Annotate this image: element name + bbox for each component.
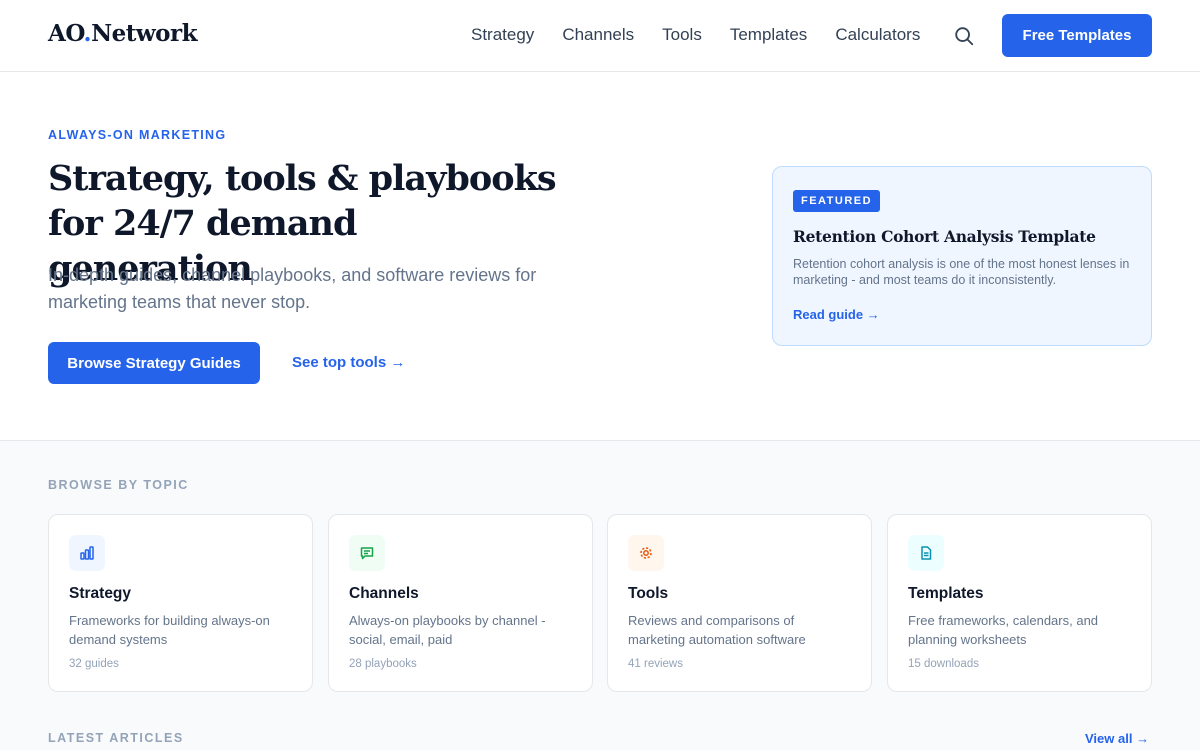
topic-card-templates[interactable]: Templates Free frameworks, calendars, an… [887,514,1152,692]
browse-by-topic-label: BROWSE BY TOPIC [48,478,189,492]
bar-chart-icon [80,546,94,560]
topic-icon-box [69,535,105,571]
topic-title: Strategy [69,585,132,602]
topic-card-strategy[interactable]: Strategy Frameworks for building always-… [48,514,313,692]
logo-rest: Network [91,20,198,47]
logo-dot: . [83,20,92,47]
free-templates-button[interactable]: Free Templates [1002,14,1152,57]
nav-strategy[interactable]: Strategy [471,24,534,46]
featured-title[interactable]: Retention Cohort Analysis Template [793,227,1133,246]
main-nav: Strategy Channels Tools Templates Calcul… [471,24,948,46]
featured-card[interactable]: FEATURED Retention Cohort Analysis Templ… [772,166,1152,346]
topic-title: Tools [628,585,669,602]
hero-eyebrow: ALWAYS-ON MARKETING [48,128,227,142]
gear-icon [640,547,652,559]
see-top-tools-link[interactable]: See top tools → [292,354,405,371]
logo-main: AO [48,20,84,47]
read-guide-link[interactable]: Read guide → [793,307,880,322]
nav-channels[interactable]: Channels [562,24,634,46]
topic-description: Frameworks for building always-on demand… [69,613,270,647]
view-all-link[interactable]: View all → [1085,731,1149,746]
latest-articles-label: LATEST ARTICLES [48,731,184,745]
topic-description: Reviews and comparisons of marketing aut… [628,613,806,647]
topic-count: 15 downloads [908,658,979,670]
topic-count: 32 guides [69,658,119,670]
topic-card-tools[interactable]: Tools Reviews and comparisons of marketi… [607,514,872,692]
site-logo[interactable]: AO.Network [48,20,198,47]
topic-icon-box [628,535,664,571]
nav-templates[interactable]: Templates [730,24,807,46]
topic-count: 28 playbooks [349,658,417,670]
chat-icon [360,547,374,560]
browse-strategy-guides-button[interactable]: Browse Strategy Guides [48,342,260,384]
hero-subtitle: In-depth guides, channel playbooks, and … [48,265,537,312]
topic-title: Templates [908,585,984,602]
nav-calculators[interactable]: Calculators [835,24,920,46]
topic-title: Channels [349,585,419,602]
site-header: AO.Network Strategy Channels Tools Templ… [0,0,1200,72]
hero-title-line-1: Strategy, tools & playbooks [48,158,557,199]
search-icon[interactable] [953,25,975,47]
document-icon [921,546,932,560]
topic-icon-box [349,535,385,571]
topic-count: 41 reviews [628,658,683,670]
topic-cards: Strategy Frameworks for building always-… [48,514,1152,692]
featured-description: Retention cohort analysis is one of the … [793,257,1130,287]
topic-description: Free frameworks, calendars, and planning… [908,613,1099,647]
featured-badge: FEATURED [793,190,881,212]
topic-icon-box [908,535,944,571]
topic-description: Always-on playbooks by channel - social,… [349,613,546,647]
nav-tools[interactable]: Tools [662,24,702,46]
topic-card-channels[interactable]: Channels Always-on playbooks by channel … [328,514,593,692]
